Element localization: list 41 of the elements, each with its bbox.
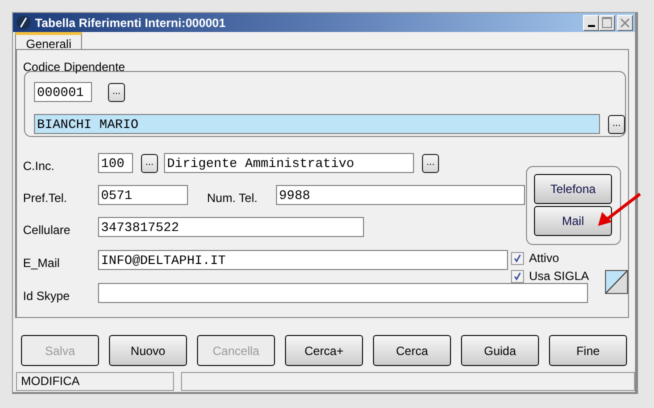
action-button[interactable]: Telefona [534,174,612,204]
status-panel: MODIFICA [16,372,174,391]
input-field[interactable] [98,283,588,303]
lookup-button[interactable]: ... [422,154,439,172]
checkbox-label: Attivo [529,251,560,265]
input-field[interactable]: 9988 [276,185,525,205]
field-label: Cellulare [23,222,72,237]
field-label: Num. Tel. [207,191,258,205]
input-field[interactable]: 3473817522 [98,217,364,237]
action-button[interactable]: Mail [534,206,612,236]
close-button[interactable] [617,14,633,30]
corner-icon [605,270,628,294]
group-label: Codice Dipendente [23,60,126,74]
lookup-button[interactable]: ... [108,82,125,102]
toolbar-button[interactable]: Fine [549,335,627,366]
lookup-button[interactable]: ... [141,154,158,172]
window-title: Tabella Riferimenti Interni:000001 [35,16,226,30]
input-field[interactable]: INFO@DELTAPHI.IT [98,250,508,270]
minimize-button[interactable] [583,14,599,30]
close-icon [620,18,630,28]
toolbar-button[interactable]: Guida [461,335,539,366]
lookup-button[interactable]: ... [608,114,625,134]
app-icon [16,15,31,30]
name-field[interactable]: BIANCHI MARIO [34,114,600,134]
tab[interactable]: Generali [15,32,82,49]
maximize-button[interactable] [599,14,615,30]
field-label: Pref.Tel. [23,190,68,205]
description-field[interactable]: Dirigente Amministrativo [164,153,414,173]
field-label: E_Mail [23,255,61,270]
checkbox[interactable] [511,252,524,264]
checkbox-label: Usa SIGLA [529,269,590,283]
checkbox[interactable] [511,270,524,282]
arrow-icon [596,192,642,228]
field-label: Id Skype [23,288,71,303]
input-field[interactable]: 100 [98,153,133,173]
toolbar-button[interactable]: Cerca+ [285,335,363,366]
toolbar-button[interactable]: Cerca [373,335,451,366]
code-field[interactable]: 000001 [34,82,92,102]
field-label: C.Inc. [23,158,56,173]
input-field[interactable]: 0571 [98,185,188,205]
toolbar-button[interactable]: Nuovo [109,335,187,366]
